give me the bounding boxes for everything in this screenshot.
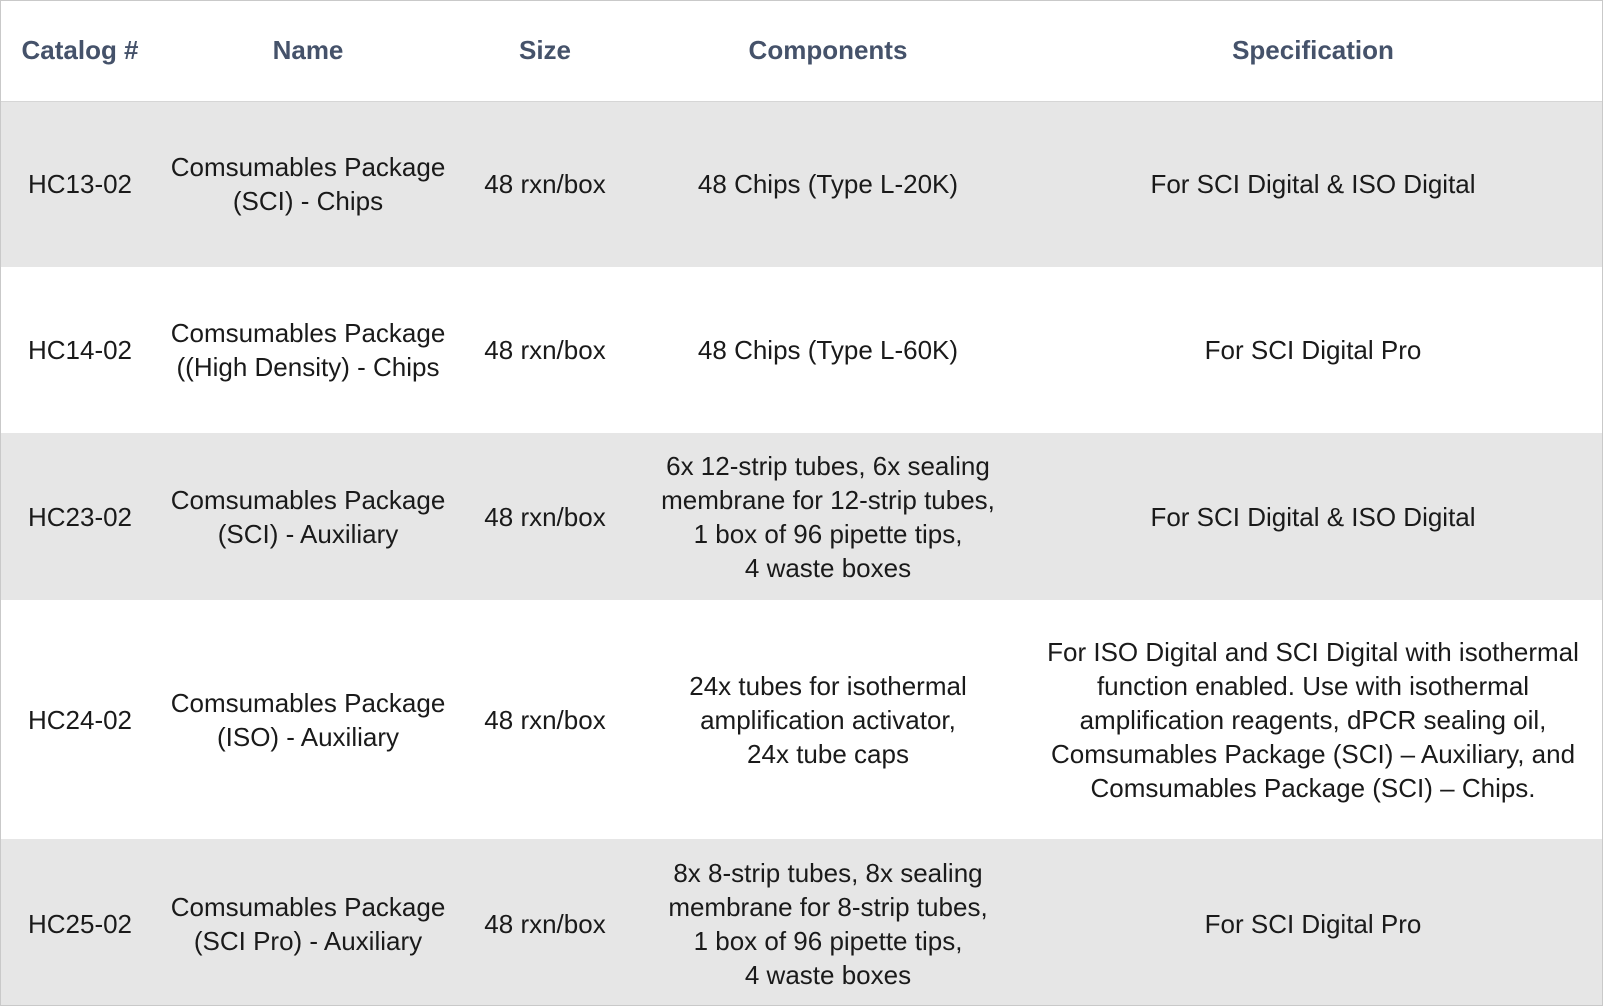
cell-components: 48 Chips (Type L-20K) [633, 101, 1023, 267]
header-size: Size [457, 1, 633, 102]
cell-specification-text: For SCI Digital & ISO Digital [1150, 169, 1476, 200]
cell-components: 6x 12-strip tubes, 6x sealing membrane f… [633, 433, 1023, 600]
cell-size: 48 rxn/box [457, 600, 633, 839]
cell-name-text: Comsumables Package (SCI Pro) - Auxiliar… [170, 892, 446, 956]
cell-components: 48 Chips (Type L-60K) [633, 267, 1023, 433]
cell-catalog: HC13-02 [1, 101, 159, 267]
table-body: HC13-02 Comsumables Package (SCI) - Chip… [1, 101, 1602, 1005]
cell-components-text: 6x 12-strip tubes, 6x sealing membrane f… [661, 450, 995, 583]
header-components: Components [633, 1, 1023, 102]
cell-components-text: 48 Chips (Type L-20K) [697, 169, 959, 200]
cell-name-text: Comsumables Package (SCI) - Chips [170, 152, 446, 217]
cell-specification: For ISO Digital and SCI Digital with iso… [1023, 600, 1602, 839]
cell-specification-text: For ISO Digital and SCI Digital with iso… [1047, 636, 1579, 803]
cell-name: Comsumables Package (SCI Pro) - Auxiliar… [159, 839, 457, 1005]
cell-components-text: 8x 8-strip tubes, 8x sealing membrane fo… [668, 858, 988, 990]
cell-components-text: 24x tubes for isothermal amplification a… [689, 670, 967, 769]
cell-name-text: Comsumables Package ((High Density) - Ch… [170, 318, 446, 382]
cell-size: 48 rxn/box [457, 433, 633, 600]
cell-size: 48 rxn/box [457, 267, 633, 433]
cell-specification: For SCI Digital & ISO Digital [1023, 101, 1602, 267]
table-row: HC13-02 Comsumables Package (SCI) - Chip… [1, 101, 1602, 267]
cell-components: 8x 8-strip tubes, 8x sealing membrane fo… [633, 839, 1023, 1005]
cell-specification: For SCI Digital & ISO Digital [1023, 433, 1602, 600]
product-table-frame: Catalog # Name Size Components Specifica… [0, 0, 1603, 1006]
header-catalog: Catalog # [1, 1, 159, 102]
cell-name-text: Comsumables Package (SCI) - Auxiliary [170, 484, 446, 549]
cell-catalog: HC14-02 [1, 267, 159, 433]
header-name: Name [159, 1, 457, 102]
cell-catalog: HC23-02 [1, 433, 159, 600]
cell-size: 48 rxn/box [457, 101, 633, 267]
table-row: HC14-02 Comsumables Package ((High Densi… [1, 267, 1602, 433]
cell-name: Comsumables Package (ISO) - Auxiliary [159, 600, 457, 839]
header-specification: Specification [1023, 1, 1602, 102]
table-header: Catalog # Name Size Components Specifica… [1, 1, 1602, 102]
table-row: HC23-02 Comsumables Package (SCI) - Auxi… [1, 433, 1602, 600]
product-table: Catalog # Name Size Components Specifica… [1, 1, 1602, 1005]
header-row: Catalog # Name Size Components Specifica… [1, 1, 1602, 102]
cell-name: Comsumables Package ((High Density) - Ch… [159, 267, 457, 433]
cell-specification: For SCI Digital Pro [1023, 839, 1602, 1005]
cell-size: 48 rxn/box [457, 839, 633, 1005]
cell-name-text: Comsumables Package (ISO) - Auxiliary [170, 687, 446, 752]
cell-components: 24x tubes for isothermal amplification a… [633, 600, 1023, 839]
table-row: HC25-02 Comsumables Package (SCI Pro) - … [1, 839, 1602, 1005]
table-row: HC24-02 Comsumables Package (ISO) - Auxi… [1, 600, 1602, 839]
cell-components-text: 48 Chips (Type L-60K) [697, 335, 959, 365]
cell-specification-text: For SCI Digital & ISO Digital [1150, 501, 1476, 532]
cell-name: Comsumables Package (SCI) - Auxiliary [159, 433, 457, 600]
cell-name: Comsumables Package (SCI) - Chips [159, 101, 457, 267]
cell-specification-text: For SCI Digital Pro [1204, 335, 1422, 365]
cell-catalog: HC24-02 [1, 600, 159, 839]
cell-specification: For SCI Digital Pro [1023, 267, 1602, 433]
cell-specification-text: For SCI Digital Pro [1204, 909, 1422, 939]
cell-catalog: HC25-02 [1, 839, 159, 1005]
